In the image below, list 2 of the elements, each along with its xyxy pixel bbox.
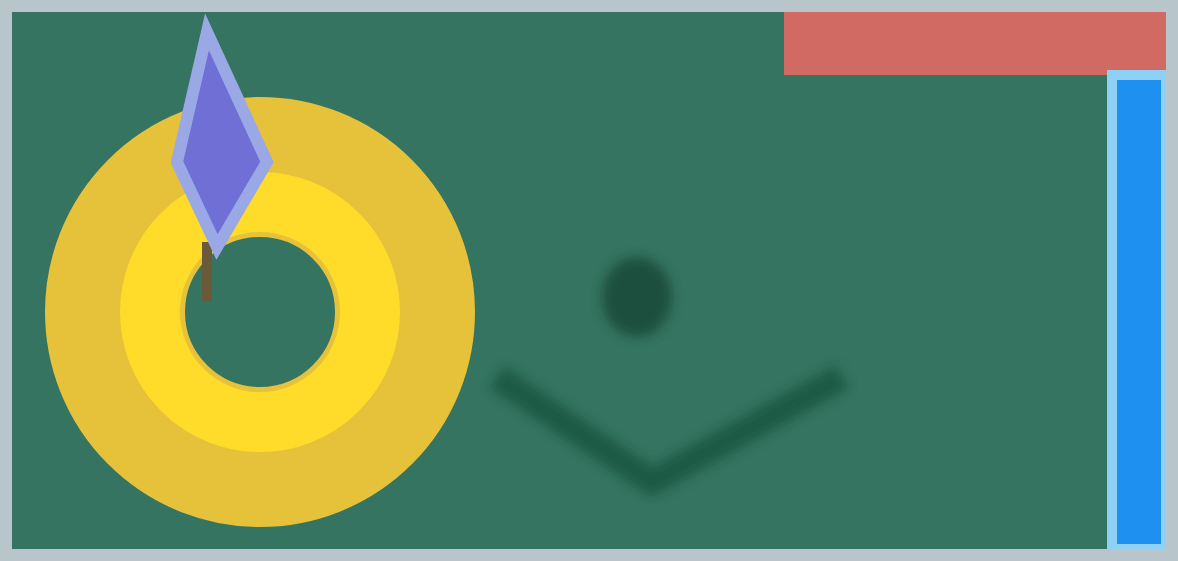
ring-arrow-icon [45, 13, 475, 527]
check-icon [489, 257, 849, 498]
